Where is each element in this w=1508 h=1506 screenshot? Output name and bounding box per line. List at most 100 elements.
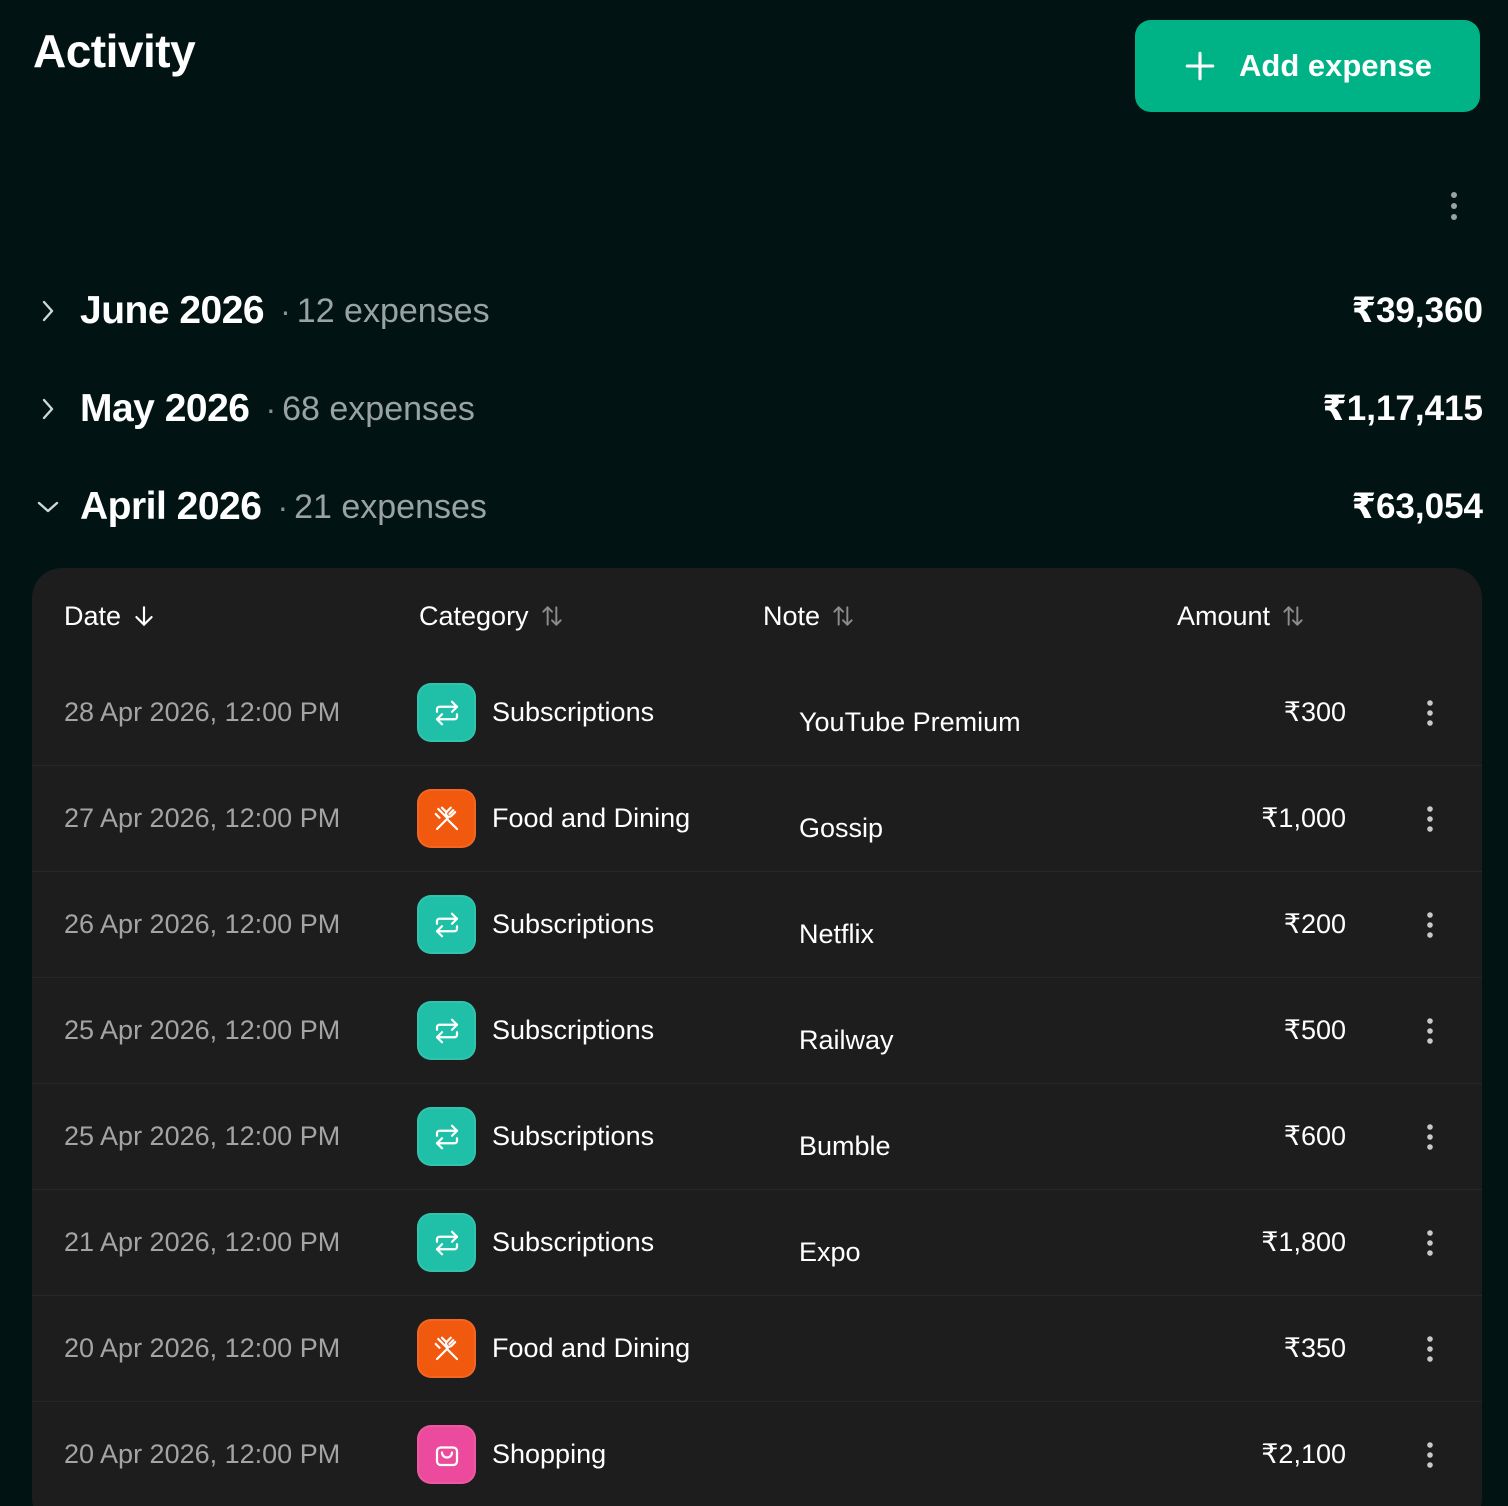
month-name: June 2026 (80, 289, 265, 332)
month-name: May 2026 (80, 387, 250, 430)
month-group-june[interactable]: June 2026 · 12 expenses ₹39,360 (33, 279, 1483, 343)
table-row[interactable]: 20 Apr 2026, 12:00 PM Shopping ₹2,100 (32, 1402, 1482, 1506)
column-label: Category (419, 600, 529, 631)
row-more-button[interactable] (1416, 1296, 1444, 1401)
expense-note: Netflix (799, 919, 875, 949)
expense-category: Food and Dining (417, 766, 690, 871)
expense-note: YouTube Premium (799, 707, 1021, 737)
row-more-button[interactable] (1416, 1190, 1444, 1295)
month-expense-count: 21 expenses (294, 487, 487, 526)
expense-amount: ₹350 (1283, 1333, 1346, 1363)
sort-arrows-icon (541, 606, 562, 626)
more-vertical-icon (1451, 192, 1457, 220)
column-header-amount[interactable]: Amount (1177, 598, 1306, 634)
repeat-icon (417, 895, 476, 954)
column-header-category[interactable]: Category (419, 598, 565, 634)
expense-category: Subscriptions (417, 1084, 654, 1189)
category-label: Subscriptions (492, 697, 655, 727)
fork-knife-icon (417, 789, 476, 848)
sort-arrows-icon (1283, 606, 1303, 626)
plus-icon (1185, 51, 1215, 81)
add-expense-label: Add expense (1239, 48, 1432, 83)
month-expense-count: 12 expenses (296, 291, 490, 330)
expense-amount: ₹1,800 (1261, 1227, 1346, 1257)
more-vertical-icon (1427, 1017, 1433, 1044)
sort-arrows-icon (833, 606, 853, 626)
column-header-note[interactable]: Note (763, 598, 856, 634)
table-row[interactable]: 20 Apr 2026, 12:00 PM Food and Dining ₹3… (32, 1296, 1482, 1402)
more-vertical-icon (1427, 1441, 1433, 1468)
row-more-button[interactable] (1416, 1084, 1444, 1189)
expense-category: Subscriptions (417, 978, 654, 1083)
expense-amount: ₹1,000 (1261, 803, 1346, 833)
expense-table: Date Category Note Amount 28 Apr 2026, 1… (32, 568, 1482, 1506)
row-more-button[interactable] (1416, 1402, 1444, 1506)
more-vertical-icon (1427, 805, 1433, 832)
page-more-button[interactable] (1440, 190, 1468, 222)
category-label: Food and Dining (492, 1333, 691, 1363)
repeat-icon (417, 1107, 476, 1166)
activity-page: Activity Add expense June 2026 · 12 expe… (0, 0, 1508, 1506)
more-vertical-icon (1427, 1335, 1433, 1362)
table-row[interactable]: 25 Apr 2026, 12:00 PM Subscriptions Rail… (32, 978, 1482, 1084)
expense-category: Subscriptions (417, 660, 654, 765)
chevron-down-icon (33, 492, 63, 522)
more-vertical-icon (1427, 699, 1433, 726)
shopping-bag-icon (417, 1425, 476, 1484)
expense-category: Subscriptions (417, 872, 654, 977)
more-vertical-icon (1427, 1229, 1433, 1256)
expense-date: 28 Apr 2026, 12:00 PM (64, 697, 341, 727)
month-group-april[interactable]: April 2026 · 21 expenses ₹63,054 (33, 475, 1483, 539)
column-label: Date (64, 600, 122, 631)
row-more-button[interactable] (1416, 872, 1444, 977)
arrow-down-icon (135, 606, 153, 626)
row-more-button[interactable] (1416, 766, 1444, 871)
table-row[interactable]: 26 Apr 2026, 12:00 PM Subscriptions Netf… (32, 872, 1482, 978)
row-more-button[interactable] (1416, 978, 1444, 1083)
category-label: Subscriptions (492, 1015, 655, 1045)
table-row[interactable]: 25 Apr 2026, 12:00 PM Subscriptions Bumb… (32, 1084, 1482, 1190)
expense-date: 25 Apr 2026, 12:00 PM (64, 1015, 341, 1045)
chevron-right-icon (33, 394, 63, 424)
row-more-button[interactable] (1416, 660, 1444, 765)
chevron-right-icon (33, 296, 63, 326)
month-separator: · (280, 292, 291, 329)
expense-date: 27 Apr 2026, 12:00 PM (64, 803, 341, 833)
column-header-date[interactable]: Date (64, 598, 157, 634)
category-label: Subscriptions (492, 909, 655, 939)
expense-date: 25 Apr 2026, 12:00 PM (64, 1121, 341, 1151)
expense-amount: ₹500 (1283, 1015, 1346, 1045)
more-vertical-icon (1427, 1123, 1433, 1150)
expense-date: 20 Apr 2026, 12:00 PM (64, 1439, 341, 1469)
category-label: Subscriptions (492, 1227, 655, 1257)
category-label: Shopping (492, 1439, 607, 1469)
expense-note: Gossip (799, 813, 884, 843)
expense-category: Food and Dining (417, 1296, 690, 1401)
month-total: ₹39,360 (1351, 291, 1483, 330)
add-expense-button[interactable]: Add expense (1135, 20, 1480, 112)
table-row[interactable]: 28 Apr 2026, 12:00 PM Subscriptions YouT… (32, 660, 1482, 766)
month-expense-count: 68 expenses (282, 389, 475, 428)
category-label: Subscriptions (492, 1121, 655, 1151)
page-title: Activity (33, 25, 196, 77)
category-label: Food and Dining (492, 803, 691, 833)
repeat-icon (417, 1001, 476, 1060)
expense-category: Subscriptions (417, 1190, 654, 1295)
month-total: ₹1,17,415 (1322, 389, 1483, 428)
expense-date: 26 Apr 2026, 12:00 PM (64, 909, 341, 939)
expense-category: Shopping (417, 1402, 606, 1506)
expense-date: 21 Apr 2026, 12:00 PM (64, 1227, 341, 1257)
table-row[interactable]: 27 Apr 2026, 12:00 PM Food and Dining Go… (32, 766, 1482, 872)
month-name: April 2026 (80, 485, 262, 528)
month-group-may[interactable]: May 2026 · 68 expenses ₹1,17,415 (33, 377, 1483, 441)
month-separator: · (277, 488, 289, 525)
expense-note: Railway (799, 1025, 894, 1055)
table-row[interactable]: 21 Apr 2026, 12:00 PM Subscriptions Expo… (32, 1190, 1482, 1296)
more-vertical-icon (1427, 911, 1433, 938)
month-total: ₹63,054 (1351, 487, 1483, 526)
repeat-icon (417, 1213, 476, 1272)
expense-amount: ₹200 (1283, 909, 1346, 939)
expense-note: Expo (799, 1237, 861, 1267)
column-label: Note (763, 600, 821, 631)
expense-amount: ₹300 (1283, 697, 1346, 727)
